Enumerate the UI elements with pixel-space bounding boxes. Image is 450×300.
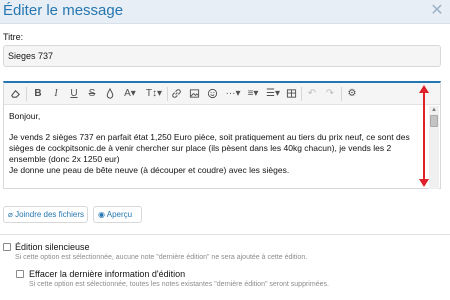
paperclip-icon: ⌀ <box>8 210 13 219</box>
more-options-icon[interactable]: ···▾ <box>224 86 242 102</box>
toolbar-separator <box>26 87 27 101</box>
dialog-header: Éditer le message ✕ <box>0 0 450 24</box>
preview-label: Aperçu <box>106 210 133 219</box>
undo-icon[interactable]: ↶ <box>306 86 318 102</box>
clear-last-edit-label: Effacer la dernière information d'éditio… <box>29 269 186 279</box>
eraser-icon[interactable] <box>8 86 22 102</box>
toolbar-separator <box>167 87 168 101</box>
attach-files-label: Joindre des fichiers <box>15 210 84 219</box>
resize-annotation-arrow-icon <box>419 85 429 187</box>
title-field-label: Titre: <box>3 32 24 42</box>
table-icon[interactable] <box>285 86 297 102</box>
underline-icon[interactable]: U <box>68 86 80 102</box>
editor-paragraph: Je vends 2 sièges 737 en parfait état 1,… <box>9 132 410 164</box>
preview-button[interactable]: ◉ Aperçu <box>93 206 142 223</box>
bold-icon[interactable]: B <box>32 86 44 102</box>
toolbar-separator <box>301 87 302 101</box>
clear-last-edit-checkbox[interactable] <box>16 270 24 278</box>
list-icon[interactable]: ☰▾ <box>264 86 282 102</box>
italic-icon[interactable]: I <box>50 86 62 102</box>
editor-blank-line <box>9 122 425 132</box>
strikethrough-icon[interactable]: S <box>86 86 98 102</box>
font-family-icon[interactable]: A▾ <box>120 86 140 102</box>
smilie-icon[interactable] <box>206 86 218 102</box>
attach-files-button[interactable]: ⌀ Joindre des fichiers <box>3 206 88 223</box>
editor-content[interactable]: Bonjour, Je vends 2 sièges 737 en parfai… <box>9 111 425 187</box>
align-icon[interactable]: ≡▾ <box>244 86 262 102</box>
redo-icon[interactable]: ↷ <box>324 86 336 102</box>
image-icon[interactable] <box>188 86 200 102</box>
dialog-title: Éditer le message <box>3 2 124 19</box>
silent-edit-label: Édition silencieuse <box>15 242 90 252</box>
silent-edit-checkbox[interactable] <box>3 243 11 251</box>
editor-paragraph: Bonjour, <box>9 111 41 121</box>
message-editor: B I U S A▾ T↕▾ ···▾ ≡▾ ☰▾ ↶ ↷ ⚙ Bonjour, <box>3 81 441 189</box>
editor-toolbar: B I U S A▾ T↕▾ ···▾ ≡▾ ☰▾ ↶ ↷ ⚙ <box>4 83 440 105</box>
editor-paragraph: Je donne une peau de bête neuve (à décou… <box>9 165 290 175</box>
text-color-icon[interactable] <box>104 86 116 102</box>
toolbar-separator <box>341 87 342 101</box>
settings-icon[interactable]: ⚙ <box>346 86 358 102</box>
clear-last-edit-hint: Si cette option est sélectionnée, toutes… <box>29 281 329 288</box>
title-input[interactable] <box>3 45 441 67</box>
silent-edit-hint: Si cette option est sélectionnée, aucune… <box>15 254 308 261</box>
section-divider <box>0 234 450 235</box>
close-icon[interactable]: ✕ <box>428 2 446 20</box>
link-icon[interactable] <box>170 86 182 102</box>
scrollbar-thumb[interactable] <box>430 115 438 127</box>
eye-icon: ◉ <box>98 210 105 219</box>
font-size-icon[interactable]: T↕▾ <box>144 86 164 102</box>
